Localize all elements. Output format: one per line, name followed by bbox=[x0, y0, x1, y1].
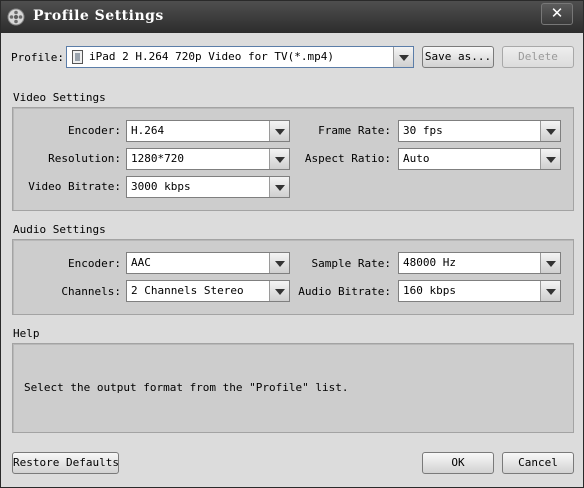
chevron-down-icon[interactable] bbox=[269, 253, 289, 273]
chevron-down-icon[interactable] bbox=[393, 47, 413, 67]
audio-encoder-label: Encoder: bbox=[68, 257, 121, 270]
video-encoder-label: Encoder: bbox=[68, 124, 121, 137]
help-title: Help bbox=[13, 327, 40, 340]
frame-rate-select[interactable]: 30 fps bbox=[398, 120, 561, 142]
chevron-down-icon[interactable] bbox=[540, 149, 560, 169]
resolution-value: 1280*720 bbox=[131, 152, 184, 165]
frame-rate-label: Frame Rate: bbox=[318, 124, 391, 137]
audio-bitrate-label: Audio Bitrate: bbox=[298, 285, 391, 298]
profile-value: iPad 2 H.264 720p Video for TV(*.mp4) bbox=[89, 50, 335, 63]
video-encoder-select[interactable]: H.264 bbox=[126, 120, 290, 142]
delete-button[interactable]: Delete bbox=[502, 46, 574, 68]
film-reel-icon bbox=[7, 8, 25, 26]
close-icon: ✕ bbox=[550, 4, 564, 22]
chevron-down-icon[interactable] bbox=[269, 177, 289, 197]
sample-rate-label: Sample Rate: bbox=[311, 257, 391, 270]
audio-encoder-select[interactable]: AAC bbox=[126, 252, 290, 274]
cancel-button[interactable]: Cancel bbox=[502, 452, 574, 474]
resolution-label: Resolution: bbox=[48, 152, 121, 165]
audio-bitrate-value: 160 kbps bbox=[403, 284, 456, 297]
profile-select[interactable]: iPad 2 H.264 720p Video for TV(*.mp4) bbox=[66, 46, 414, 68]
aspect-ratio-label: Aspect Ratio: bbox=[304, 152, 391, 165]
audio-settings-title: Audio Settings bbox=[13, 223, 106, 236]
sample-rate-value: 48000 Hz bbox=[403, 256, 456, 269]
help-text: Select the output format from the "Profi… bbox=[24, 381, 349, 394]
channels-select[interactable]: 2 Channels Stereo bbox=[126, 280, 290, 302]
frame-rate-value: 30 fps bbox=[403, 124, 443, 137]
restore-defaults-button[interactable]: Restore Defaults bbox=[12, 452, 119, 474]
title-bar[interactable]: Profile Settings ✕ bbox=[1, 1, 583, 33]
ok-button[interactable]: OK bbox=[422, 452, 494, 474]
chevron-down-icon[interactable] bbox=[540, 253, 560, 273]
aspect-ratio-value: Auto bbox=[403, 152, 430, 165]
close-button[interactable]: ✕ bbox=[541, 3, 573, 25]
profile-label: Profile: bbox=[11, 51, 64, 64]
audio-settings-panel bbox=[12, 239, 574, 315]
sample-rate-select[interactable]: 48000 Hz bbox=[398, 252, 561, 274]
window-title: Profile Settings bbox=[33, 8, 164, 24]
video-encoder-value: H.264 bbox=[131, 124, 165, 137]
channels-label: Channels: bbox=[61, 285, 121, 298]
chevron-down-icon[interactable] bbox=[269, 281, 289, 301]
document-icon bbox=[72, 50, 83, 64]
video-bitrate-value: 3000 kbps bbox=[131, 180, 191, 193]
audio-bitrate-select[interactable]: 160 kbps bbox=[398, 280, 561, 302]
video-bitrate-select[interactable]: 3000 kbps bbox=[126, 176, 290, 198]
video-bitrate-label: Video Bitrate: bbox=[28, 180, 121, 193]
profile-settings-window: Profile Settings ✕ Profile: iPad 2 H.264… bbox=[0, 0, 584, 488]
save-as-button[interactable]: Save as... bbox=[422, 46, 494, 68]
chevron-down-icon[interactable] bbox=[269, 149, 289, 169]
audio-encoder-value: AAC bbox=[131, 256, 151, 269]
channels-value: 2 Channels Stereo bbox=[131, 284, 244, 297]
aspect-ratio-select[interactable]: Auto bbox=[398, 148, 561, 170]
chevron-down-icon[interactable] bbox=[269, 121, 289, 141]
video-settings-title: Video Settings bbox=[13, 91, 106, 104]
chevron-down-icon[interactable] bbox=[540, 121, 560, 141]
resolution-select[interactable]: 1280*720 bbox=[126, 148, 290, 170]
chevron-down-icon[interactable] bbox=[540, 281, 560, 301]
